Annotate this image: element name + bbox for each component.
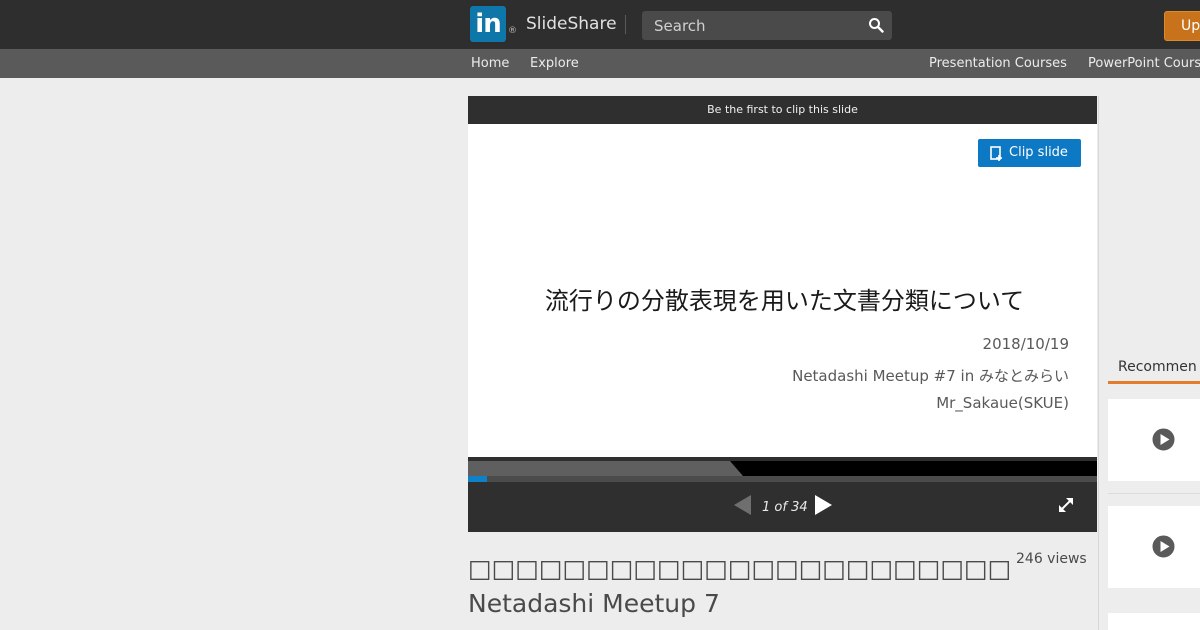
- slide-thumbnail-strip: [468, 461, 1097, 476]
- clip-icon: [990, 146, 1002, 161]
- brand-divider: [625, 15, 626, 34]
- recommended-underline: [1108, 381, 1200, 384]
- document-title: □□□□□□□□□□□□□□□□□□□□□□□ Netadashi Meetup…: [468, 554, 1012, 618]
- strip-shade: [468, 461, 743, 476]
- view-count: 246 views: [1016, 551, 1087, 567]
- registered-mark: ®: [508, 26, 517, 36]
- slide-player: Be the first to clip this slide Clip sli…: [468, 96, 1097, 532]
- search-icon[interactable]: [868, 17, 884, 33]
- nav-home[interactable]: Home: [471, 56, 509, 71]
- play-icon: [1150, 426, 1177, 453]
- clip-slide-label: Clip slide: [1009, 145, 1068, 160]
- triangle-right-icon[interactable]: [813, 494, 833, 516]
- clip-banner: Be the first to clip this slide: [707, 103, 858, 116]
- slide-author: Mr_Sakaue(SKUE): [936, 394, 1069, 412]
- clip-slide-button[interactable]: Clip slide: [978, 139, 1081, 167]
- recommended-separator: [1108, 493, 1200, 494]
- page-indicator: 1 of 34: [762, 500, 808, 515]
- slide-view[interactable]: Clip slide 流行りの分散表現を用いた文書分類について 2018/10/…: [468, 124, 1097, 457]
- triangle-left-icon[interactable]: [733, 494, 753, 516]
- brand-name[interactable]: SlideShare: [526, 14, 617, 34]
- nav-powerpoint-courses[interactable]: PowerPoint Cours: [1088, 56, 1200, 71]
- slide-event: Netadashi Meetup #7 in みなとみらい: [792, 367, 1069, 385]
- slide-title: 流行りの分散表現を用いた文書分類について: [544, 287, 1025, 315]
- expand-arrows-icon[interactable]: [1057, 496, 1075, 514]
- top-bar: in ® SlideShare Up: [0, 0, 1200, 49]
- recommended-card[interactable]: [1108, 399, 1200, 481]
- sub-navigation: Home Explore Presentation Courses PowerP…: [0, 49, 1200, 78]
- recommended-card[interactable]: [1108, 613, 1200, 630]
- recommended-card[interactable]: [1108, 506, 1200, 588]
- search-box: [642, 11, 892, 40]
- linkedin-logo[interactable]: in: [470, 6, 506, 42]
- nav-explore[interactable]: Explore: [530, 56, 579, 71]
- upload-button[interactable]: Up: [1164, 11, 1200, 41]
- slide-date: 2018/10/19: [982, 335, 1069, 353]
- play-icon: [1150, 533, 1177, 560]
- player-controls: 1 of 34: [468, 482, 1097, 532]
- recommended-tab[interactable]: Recommen: [1118, 359, 1197, 375]
- nav-presentation-courses[interactable]: Presentation Courses: [929, 56, 1067, 71]
- sidebar-divider: [1098, 96, 1099, 630]
- search-input[interactable]: [642, 11, 862, 40]
